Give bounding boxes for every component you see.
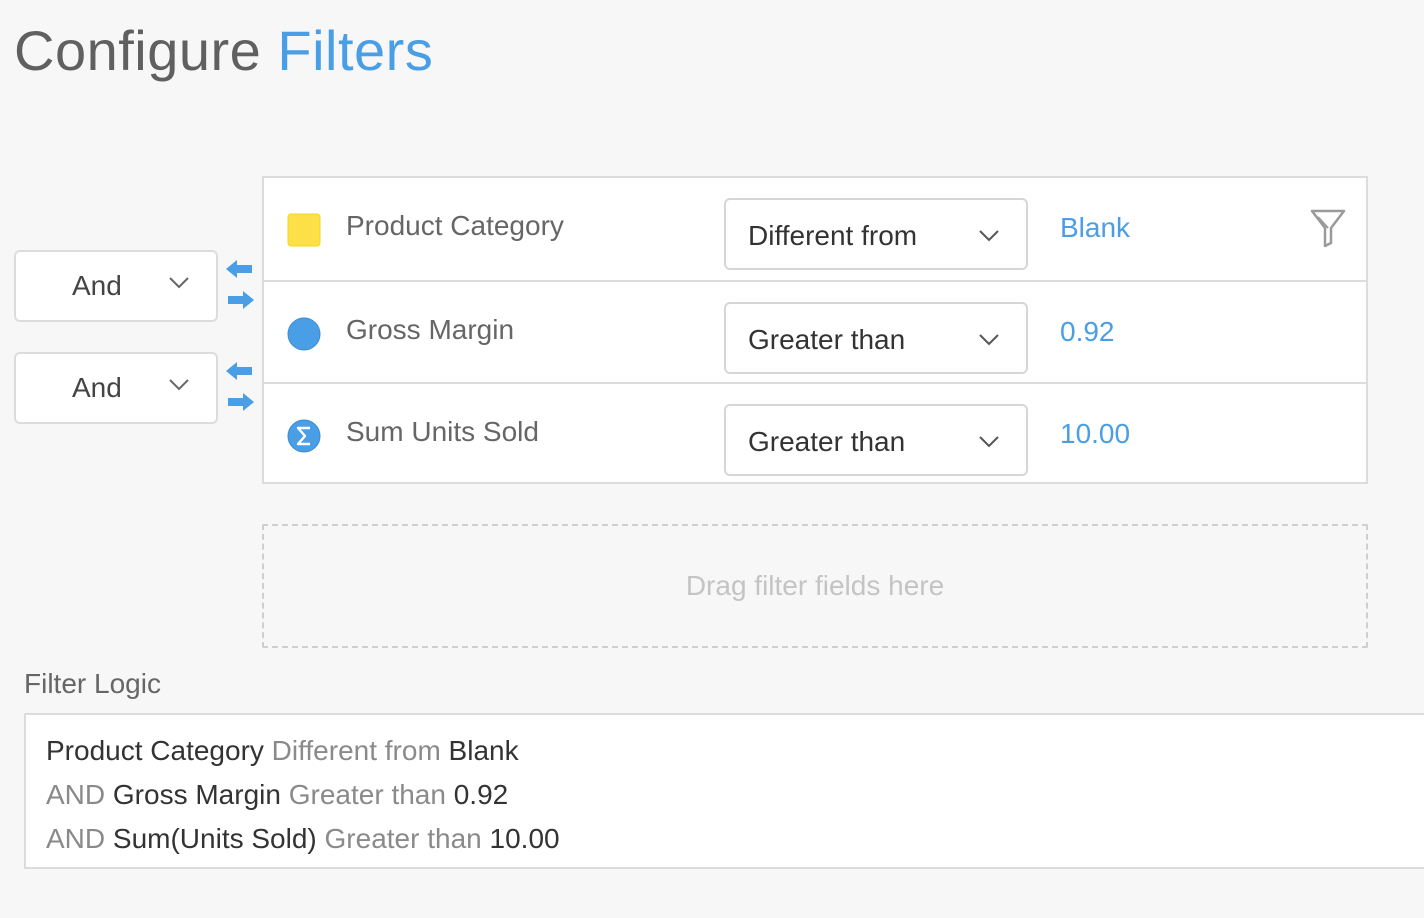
logic-value: Blank (448, 735, 519, 766)
filter-value[interactable]: 10.00 (1060, 418, 1130, 450)
chevron-down-icon (979, 436, 999, 448)
chevron-down-icon (979, 230, 999, 242)
logic-operator: Greater than (288, 779, 446, 810)
operator-label: Greater than (748, 324, 906, 355)
page-title-main: Configure (14, 19, 262, 82)
chevron-down-icon (979, 334, 999, 346)
operator-label: Different from (748, 220, 918, 251)
field-name: Gross Margin (346, 314, 515, 345)
drop-zone-text: Drag filter fields here (685, 570, 945, 601)
logic-field: Product Category (46, 735, 264, 766)
logic-conjunction: AND (46, 779, 106, 810)
chevron-down-icon (169, 277, 189, 289)
connector-label: And (72, 372, 122, 403)
measure-circle-icon (287, 317, 321, 351)
filter-value[interactable]: 0.92 (1060, 316, 1115, 348)
page-title-accent: Filters (277, 19, 434, 82)
logic-field: Sum(Units Sold) (112, 823, 317, 854)
field-name: Product Category (346, 210, 564, 241)
logic-value: 0.92 (453, 779, 509, 810)
swap-arrows-icon[interactable] (226, 258, 254, 312)
filter-value[interactable]: Blank (1060, 212, 1130, 244)
filter-logic-line: AND Gross Margin Greater than 0.92 (46, 773, 1424, 817)
logic-operator: Greater than (324, 823, 482, 854)
filter-row-sum-units-sold[interactable]: Sum Units Sold Greater than 10.00 (264, 382, 1366, 484)
connector-label: And (72, 270, 122, 301)
operator-select[interactable]: Greater than (724, 302, 1028, 374)
logic-conjunction: AND (46, 823, 106, 854)
filter-logic-line: AND Sum(Units Sold) Greater than 10.00 (46, 817, 1424, 861)
sigma-circle-icon (287, 419, 321, 453)
connector-select-2[interactable]: And (14, 352, 218, 424)
operator-select[interactable]: Greater than (724, 404, 1028, 476)
filter-logic-box: Product Category Different from Blank AN… (24, 713, 1424, 869)
filter-row-product-category[interactable]: Product Category Different from Blank (264, 178, 1366, 280)
configure-filters-page: Configure Filters And And Product Catego… (0, 0, 1424, 918)
dimension-square-icon (287, 213, 321, 247)
chevron-down-icon (169, 379, 189, 391)
operator-select[interactable]: Different from (724, 198, 1028, 270)
page-title: Configure Filters (14, 18, 433, 83)
filter-list: Product Category Different from Blank Gr… (262, 176, 1368, 484)
filter-row-gross-margin[interactable]: Gross Margin Greater than 0.92 (264, 280, 1366, 382)
logic-value: 10.00 (489, 823, 560, 854)
connector-select-1[interactable]: And (14, 250, 218, 322)
filter-logic-label: Filter Logic (24, 668, 161, 699)
logic-operator: Different from (271, 735, 441, 766)
funnel-icon[interactable] (1310, 208, 1346, 248)
logic-field: Gross Margin (112, 779, 281, 810)
filter-logic-line: Product Category Different from Blank (46, 729, 1424, 773)
field-name: Sum Units Sold (346, 416, 539, 447)
swap-arrows-icon[interactable] (226, 360, 254, 414)
operator-label: Greater than (748, 426, 906, 457)
filter-drop-zone[interactable]: Drag filter fields here (262, 524, 1368, 648)
